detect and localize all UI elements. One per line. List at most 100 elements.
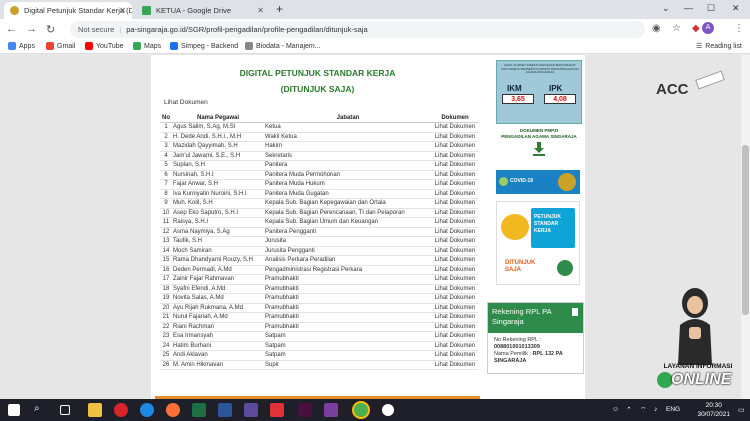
lihat-dokumen-link[interactable]: Lihat Dokumen (432, 170, 478, 180)
court-favicon-icon (10, 6, 19, 15)
bookmark-biodata[interactable]: Biodata - Manajem... (245, 42, 321, 50)
tab-drive[interactable]: KETUA - Google Drive ✕ (136, 2, 270, 19)
maximize-button[interactable]: ☐ (707, 3, 715, 14)
lihat-dokumen-link[interactable]: Lihat Dokumen (432, 160, 478, 171)
row-jabatan: Satpam (264, 341, 432, 351)
row-no: 25 (160, 350, 172, 361)
page-scrollbar[interactable] (741, 55, 750, 399)
incognito-icon[interactable]: ◉ (652, 23, 661, 34)
lihat-dokumen-link[interactable]: Lihat Dokumen (432, 360, 478, 370)
word-icon[interactable] (218, 403, 232, 417)
close-tab-icon[interactable]: ✕ (119, 6, 126, 15)
row-nama: Taufik, S.H (172, 236, 264, 247)
lihat-dokumen-link[interactable]: Lihat Dokumen (164, 99, 208, 106)
lihat-dokumen-link[interactable]: Lihat Dokumen (432, 331, 478, 342)
reading-list-button[interactable]: ☰ Reading list (696, 42, 742, 51)
file-explorer-icon[interactable] (88, 403, 102, 417)
lihat-dokumen-link[interactable]: Lihat Dokumen (432, 189, 478, 199)
row-no: 9 (160, 198, 172, 209)
dreamweaver-icon[interactable] (298, 403, 312, 417)
reload-icon[interactable]: ↻ (46, 23, 55, 36)
ikm-ipk-banner[interactable]: HASIL SURVEY INDEKS KEPUASAN MASYARAKAT … (496, 60, 582, 124)
court-logo-icon (557, 260, 573, 276)
lihat-dokumen-link[interactable]: Lihat Dokumen (432, 284, 478, 294)
edge-icon[interactable] (140, 403, 154, 417)
lihat-dokumen-link[interactable]: Lihat Dokumen (432, 246, 478, 256)
back-arrow-icon[interactable]: ← (6, 23, 17, 35)
lihat-dokumen-link[interactable]: Lihat Dokumen (432, 265, 478, 275)
lihat-dokumen-link[interactable]: Lihat Dokumen (432, 322, 478, 332)
app-icon[interactable] (244, 403, 258, 417)
lihat-dokumen-link[interactable]: Lihat Dokumen (432, 303, 478, 313)
opera-icon[interactable] (114, 403, 128, 417)
person-tray-icon[interactable]: ☺ (612, 406, 619, 413)
minimize-button[interactable]: — (684, 3, 693, 13)
bookmark-youtube[interactable]: YouTube (85, 42, 124, 50)
row-nama: Esa Irmansyah (172, 331, 264, 342)
lihat-dokumen-link[interactable]: Lihat Dokumen (432, 217, 478, 228)
tab-search-icon[interactable]: ⌄ (662, 3, 670, 14)
pmpzi-banner[interactable]: DOKUMEN PMPZI PENGADILAN AGAMA SINGARAJA (496, 125, 582, 165)
rekening-owner-label: Nama Pemilik : (494, 351, 531, 357)
close-tab-icon[interactable]: ✕ (257, 6, 264, 15)
lihat-dokumen-link[interactable]: Lihat Dokumen (432, 350, 478, 361)
acrobat-icon[interactable] (270, 403, 284, 417)
language-indicator[interactable]: ENG (666, 406, 680, 413)
clock[interactable]: 20:30 30/07/2021 (697, 401, 730, 419)
pegawai-table: No Nama Pegawai Jabatan Dokumen 1 Agus Sa… (160, 113, 478, 370)
lihat-dokumen-link[interactable]: Lihat Dokumen (432, 236, 478, 247)
ikm-label: IKM (507, 84, 522, 93)
network-icon[interactable]: ⌔ (640, 406, 647, 415)
excel-icon[interactable] (192, 403, 206, 417)
new-tab-button[interactable]: + (276, 2, 283, 16)
lihat-dokumen-link[interactable]: Lihat Dokumen (432, 122, 478, 133)
task-view-icon[interactable] (60, 405, 70, 415)
profile-avatar[interactable]: A (702, 22, 714, 34)
tab-bar: Digital Petunjuk Standar Kerja (D ✕ KETU… (0, 0, 750, 19)
vs-code-icon[interactable] (324, 403, 338, 417)
bookmark-maps[interactable]: Maps (133, 42, 161, 50)
lihat-dokumen-link[interactable]: Lihat Dokumen (432, 132, 478, 142)
lihat-dokumen-link[interactable]: Lihat Dokumen (432, 293, 478, 304)
lihat-dokumen-link[interactable]: Lihat Dokumen (432, 312, 478, 323)
bookmark-gmail[interactable]: Gmail (46, 42, 75, 50)
bookmark-apps[interactable]: Apps (8, 42, 35, 50)
lihat-dokumen-link[interactable]: Lihat Dokumen (432, 274, 478, 285)
row-nama: Nursinah, S.H.I (172, 170, 264, 180)
bookmark-simpeg[interactable]: Simpeg - Backend (170, 42, 238, 50)
lihat-dokumen-link[interactable]: Lihat Dokumen (432, 198, 478, 209)
lihat-dokumen-link[interactable]: Lihat Dokumen (432, 141, 478, 152)
close-window-button[interactable]: ✕ (732, 3, 740, 14)
notification-icon[interactable]: ▭ (738, 406, 745, 414)
lihat-dokumen-link[interactable]: Lihat Dokumen (432, 179, 478, 190)
covid-banner[interactable]: COVID-19 (496, 170, 580, 194)
windows-start-icon[interactable] (8, 404, 20, 416)
search-icon[interactable]: ⌕ (34, 403, 48, 417)
table-row: 10 Asep Eko Saputro, S.H.I Kepala Sub. Bag… (160, 208, 478, 218)
menu-kebab-icon[interactable]: ⋮ (734, 23, 744, 34)
firefox-icon[interactable] (166, 403, 180, 417)
row-no: 2 (160, 132, 172, 142)
app-icon[interactable] (382, 404, 394, 416)
lihat-dokumen-link[interactable]: Lihat Dokumen (432, 151, 478, 161)
lihat-dokumen-link[interactable]: Lihat Dokumen (432, 255, 478, 266)
rekening-no-value: 008801001013309 (494, 344, 540, 350)
lihat-dokumen-link[interactable]: Lihat Dokumen (432, 208, 478, 218)
tab-active[interactable]: Digital Petunjuk Standar Kerja (D ✕ (4, 2, 132, 19)
chrome-icon[interactable] (354, 403, 368, 417)
extension-icon[interactable]: ◆ (692, 23, 700, 34)
row-jabatan: Wakil Ketua (264, 132, 432, 142)
forward-arrow-icon[interactable]: → (26, 23, 37, 35)
petunjuk-banner[interactable]: PETUNJUK STANDAR KERJA DITUNJUK SAJA (496, 201, 580, 285)
address-bar[interactable]: Not secure | pa-singaraja.go.id/SGR/prof… (70, 21, 645, 38)
bookmark-star-icon[interactable]: ☆ (672, 23, 681, 34)
row-nama: Raisya, S.H.I (172, 217, 264, 228)
table-row: 25 Andi Aklavan Satpam Lihat Dokumen (160, 350, 478, 361)
row-jabatan: Supir (264, 360, 432, 370)
scrollbar-thumb[interactable] (742, 145, 749, 315)
chevron-up-icon[interactable]: ⌃ (626, 406, 632, 414)
lihat-dokumen-link[interactable]: Lihat Dokumen (432, 341, 478, 351)
lihat-dokumen-link[interactable]: Lihat Dokumen (432, 227, 478, 237)
layanan-online-banner[interactable]: LAYANAN INFORMASI ONLINE (657, 360, 739, 396)
volume-icon[interactable]: ♪ (654, 406, 658, 413)
